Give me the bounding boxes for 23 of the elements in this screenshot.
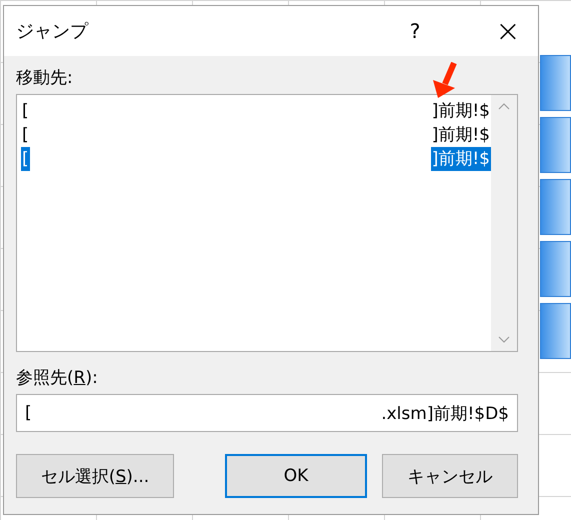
dialog-button[interactable]: OK: [225, 454, 367, 498]
dialog-button[interactable]: キャンセル: [382, 454, 518, 498]
scrollbar[interactable]: [491, 95, 517, 351]
list-item-end[interactable]: ]前期!$: [430, 123, 491, 147]
help-button[interactable]: ?: [400, 18, 430, 44]
scroll-down-icon[interactable]: [498, 336, 510, 343]
reference-field[interactable]: [ .xlsm]前期!$D$: [16, 394, 518, 432]
window-title: ジャンプ: [16, 20, 90, 43]
list-item-start[interactable]: [: [21, 147, 30, 171]
list-item-start[interactable]: [: [21, 123, 30, 147]
list-item-end[interactable]: ]前期!$: [430, 99, 491, 123]
scroll-up-icon[interactable]: [498, 103, 510, 110]
data-bar: [540, 117, 571, 173]
list-item-end[interactable]: ]前期!$: [430, 147, 491, 171]
goto-label: 移動先:: [16, 67, 73, 88]
data-bar: [540, 179, 571, 235]
reference-label: 参照先(R):: [16, 367, 98, 388]
data-bar: [540, 241, 571, 297]
close-button[interactable]: ×: [478, 6, 538, 56]
data-bar: [540, 55, 571, 111]
data-bar: [540, 303, 571, 359]
list-item-start[interactable]: [: [21, 99, 30, 123]
dialog-button[interactable]: セル選択(S)...: [16, 454, 174, 498]
